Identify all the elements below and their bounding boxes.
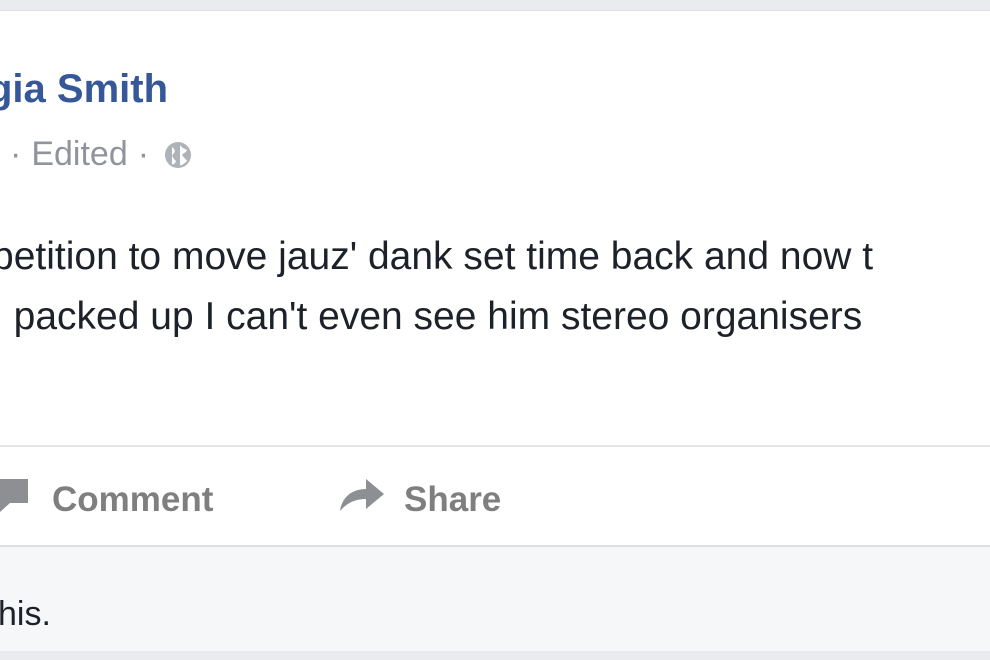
post-card: gia Smith · Edited · petition to move ja… — [0, 10, 990, 651]
comment-bubble-icon — [0, 475, 34, 524]
post-body-line: ; packed up I can't even see him stereo … — [0, 295, 863, 338]
comments-section: his. — [0, 545, 990, 651]
post-actions-bar: Comment Share — [0, 447, 990, 545]
post-meta: · Edited · — [0, 135, 193, 174]
share-arrow-icon — [338, 475, 386, 524]
post-author-name[interactable]: gia Smith — [0, 67, 168, 112]
likes-summary-text: his. — [0, 595, 51, 633]
globe-icon[interactable] — [163, 140, 193, 170]
post-body: petition to move jauz' dank set time bac… — [0, 227, 873, 347]
comment-label: Comment — [52, 479, 214, 519]
meta-separator: · — [137, 135, 150, 173]
edited-link[interactable]: Edited — [31, 135, 127, 174]
share-label: Share — [404, 479, 502, 519]
share-button[interactable]: Share — [338, 475, 501, 524]
post-body-line: petition to move jauz' dank set time bac… — [0, 235, 874, 278]
meta-separator: · — [10, 135, 22, 173]
comment-button[interactable]: Comment — [0, 475, 213, 524]
